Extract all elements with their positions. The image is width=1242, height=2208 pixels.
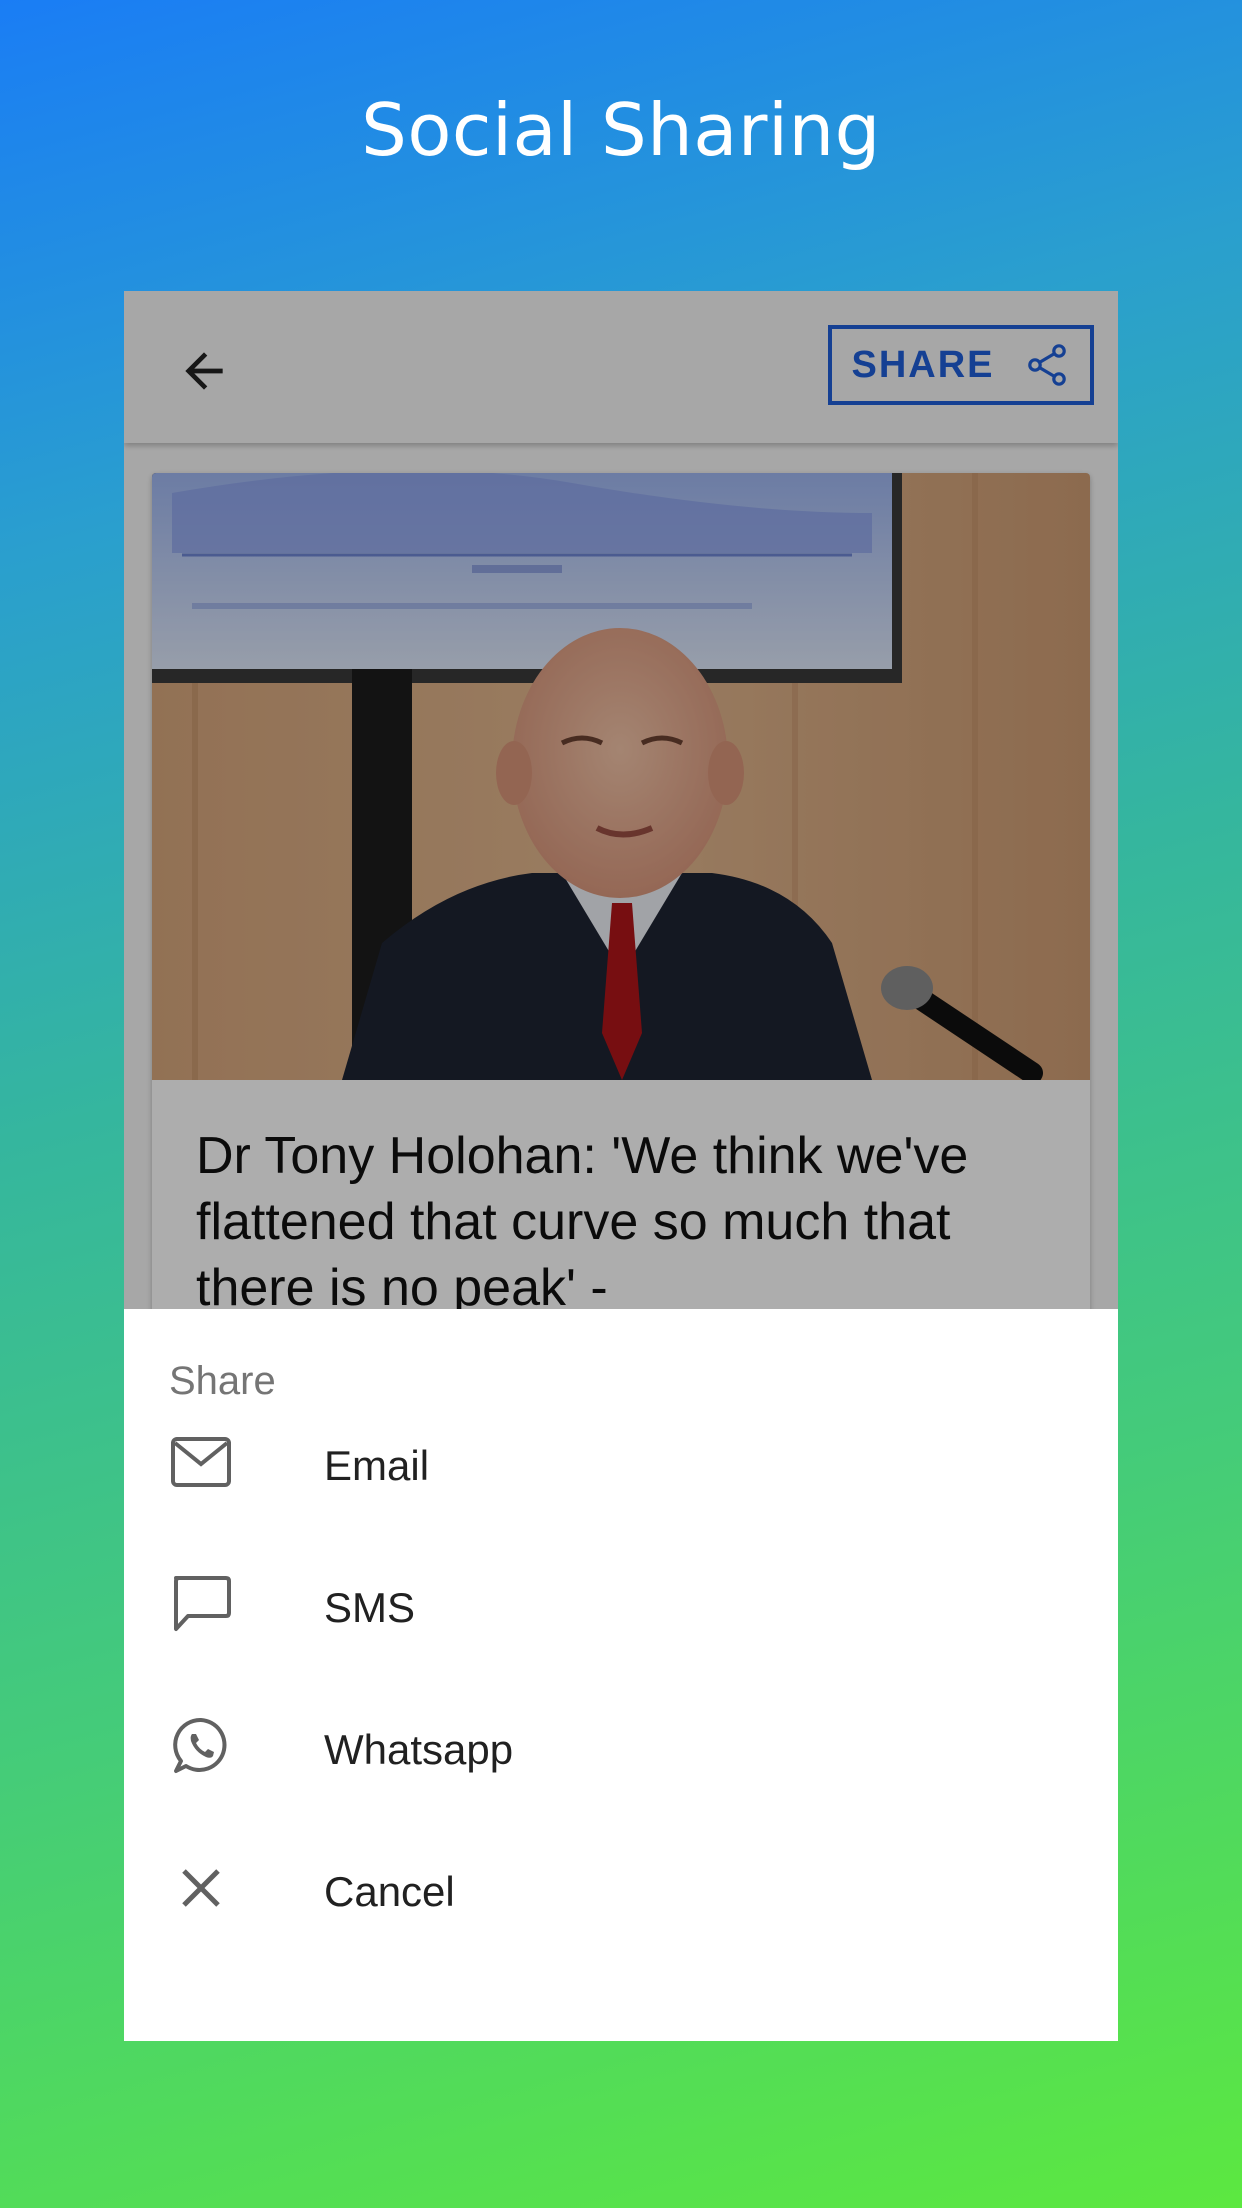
share-option-whatsapp[interactable]: Whatsapp (124, 1678, 1118, 1820)
email-icon (169, 1430, 233, 1494)
share-option-label: Cancel (324, 1868, 455, 1915)
promo-title: Social Sharing (361, 88, 881, 172)
share-option-sms[interactable]: SMS (124, 1536, 1118, 1678)
share-option-label: SMS (324, 1584, 416, 1631)
whatsapp-icon (169, 1714, 233, 1778)
phone-screen: SHARE Dr Tony Holohan: 'We think we've f… (124, 291, 1118, 2041)
share-sheet: Share Email SMS Whatsapp Cancel (124, 1309, 1118, 2041)
share-option-cancel[interactable]: Cancel (124, 1820, 1118, 1962)
close-icon (169, 1856, 233, 1920)
share-option-label: Whatsapp (324, 1726, 514, 1773)
sms-icon (169, 1572, 233, 1636)
share-option-email[interactable]: Email (124, 1394, 1118, 1536)
share-option-label: Email (324, 1442, 430, 1489)
